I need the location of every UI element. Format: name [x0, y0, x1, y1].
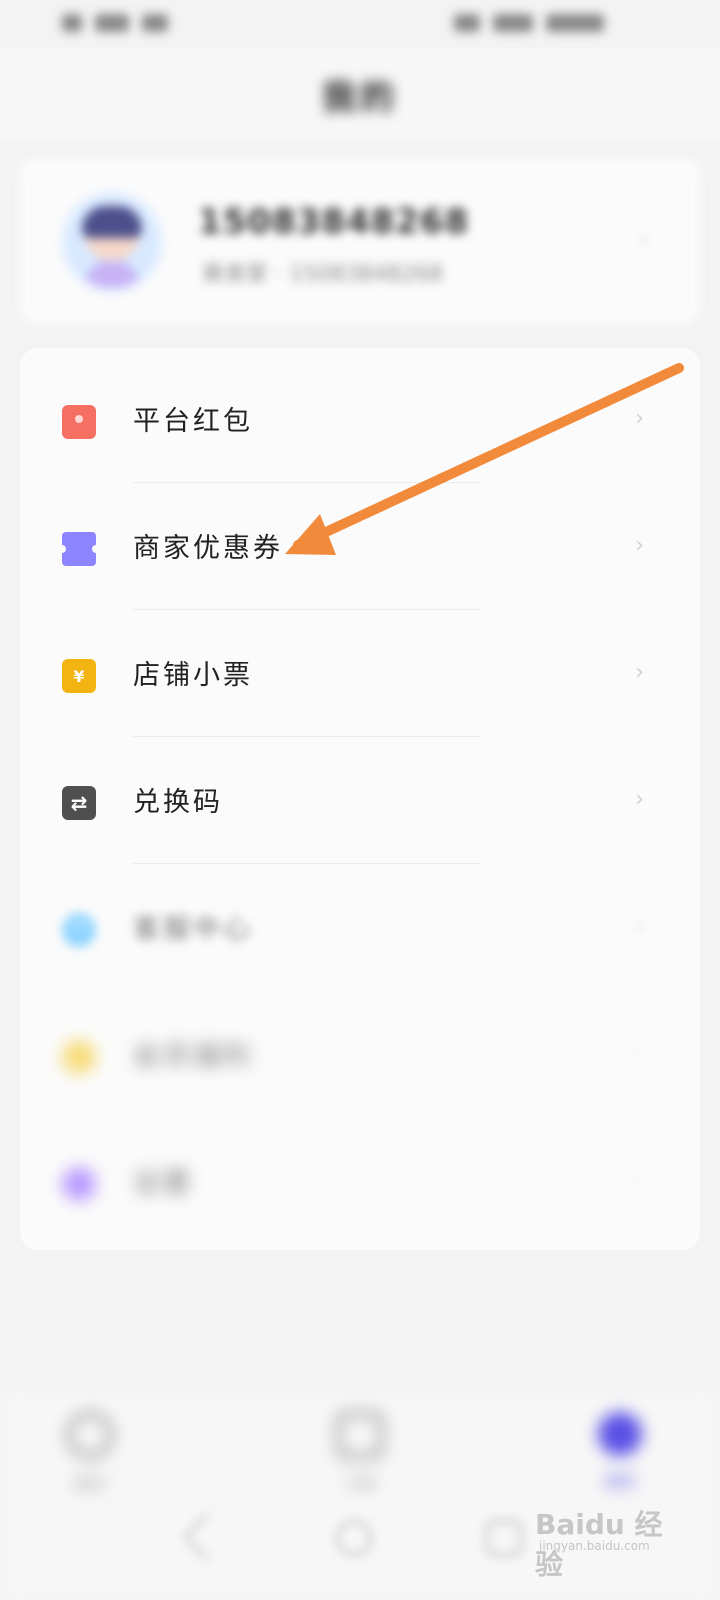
header: 我的: [0, 48, 720, 140]
status-bar: [0, 0, 720, 48]
menu-label: 店铺小票: [133, 660, 253, 691]
status-right: [454, 12, 644, 36]
profile-name: 15083848268: [198, 202, 470, 242]
menu-card: 平台红包 › 商家优惠券 › ¥ 店铺小票 › ⇄ 兑换码 › 客服中心 › 会…: [20, 348, 700, 1250]
menu-item-merchant-coupon[interactable]: 商家优惠券 ›: [20, 483, 700, 610]
watermark: Baidu 经验 jingyan.baidu.com: [535, 1495, 680, 1581]
menu-label: 设置: [133, 1168, 193, 1199]
chevron-right-icon: ›: [635, 1168, 644, 1193]
menu-item-member-benefits[interactable]: 会员福利 ›: [20, 991, 700, 1118]
nav-label: 订单: [343, 1474, 376, 1493]
chevron-right-icon: ›: [639, 228, 648, 253]
receipt-icon: ¥: [62, 659, 96, 693]
chevron-right-icon: ›: [635, 914, 644, 939]
coupon-icon: [58, 532, 100, 566]
avatar-shirt: [86, 262, 138, 288]
exchange-code-icon: ⇄: [62, 786, 96, 820]
menu-item-store-receipt[interactable]: ¥ 店铺小票 ›: [20, 610, 700, 737]
home-button-icon[interactable]: [336, 1520, 372, 1556]
orders-icon: [337, 1412, 383, 1458]
menu-item-settings[interactable]: 设置 ›: [20, 1118, 700, 1245]
nav-me[interactable]: 我的: [560, 1412, 680, 1502]
network-icon: [142, 13, 169, 32]
wifi-icon: [493, 13, 534, 32]
nav-home[interactable]: 首页: [30, 1412, 150, 1502]
chevron-right-icon: ›: [635, 406, 644, 431]
chat-bubble-icon: [62, 913, 96, 947]
sim-icon: [62, 13, 82, 32]
nav-orders[interactable]: 订单: [300, 1412, 420, 1502]
status-left: [62, 12, 192, 36]
red-envelope-icon: [62, 405, 96, 439]
chevron-right-icon: ›: [635, 533, 644, 558]
signal-icon: [95, 13, 130, 32]
nav-label: 我的: [603, 1472, 636, 1491]
menu-item-platform-red-envelope[interactable]: 平台红包 ›: [20, 356, 700, 483]
home-icon: [67, 1412, 113, 1458]
menu-item-exchange-code[interactable]: ⇄ 兑换码 ›: [20, 737, 700, 864]
avatar-hair: [82, 206, 142, 238]
chevron-right-icon: ›: [635, 1041, 644, 1066]
back-icon[interactable]: [183, 1513, 230, 1560]
gift-icon: [62, 1040, 96, 1074]
recent-apps-icon[interactable]: [486, 1520, 522, 1556]
nav-label: 首页: [73, 1474, 106, 1493]
page-title: 我的: [322, 78, 398, 118]
profile-icon: [598, 1412, 642, 1456]
settings-icon: [62, 1167, 96, 1201]
chevron-right-icon: ›: [635, 787, 644, 812]
time-text: [546, 13, 605, 32]
watermark-sub: jingyan.baidu.com: [539, 1539, 650, 1553]
profile-card[interactable]: 15083848268 美食家 · 15083848268 ›: [20, 158, 700, 324]
menu-label: 客服中心: [133, 914, 253, 945]
profile-subtitle: 美食家 · 15083848268: [202, 262, 443, 287]
menu-label: 平台红包: [133, 406, 253, 437]
menu-label: 兑换码: [133, 787, 223, 818]
menu-label: 会员福利: [133, 1041, 253, 1072]
avatar[interactable]: [66, 196, 158, 288]
chevron-right-icon: ›: [635, 660, 644, 685]
menu-item-customer-service[interactable]: 客服中心 ›: [20, 864, 700, 991]
battery-icon: [454, 13, 480, 32]
menu-label: 商家优惠券: [133, 533, 283, 564]
